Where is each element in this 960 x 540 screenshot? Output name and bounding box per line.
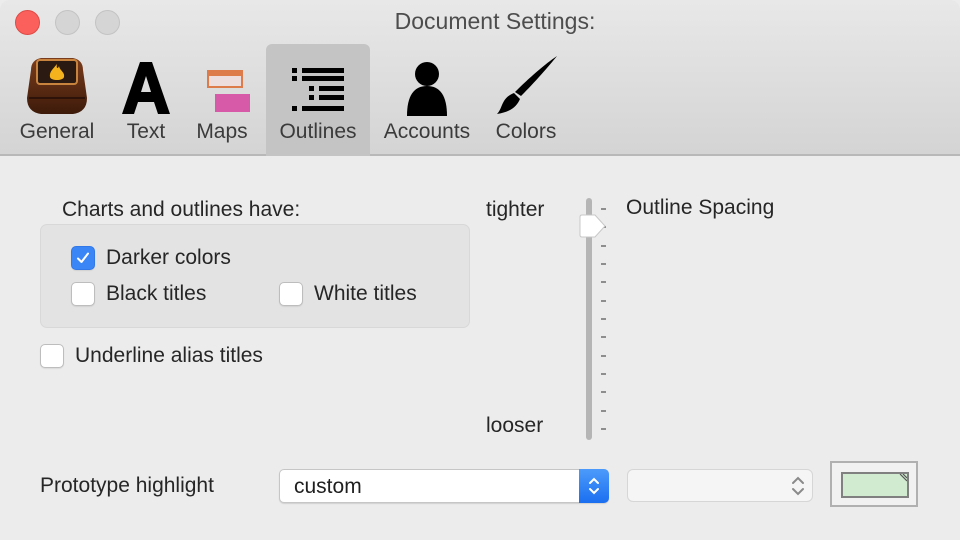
slider-tick [601,299,606,302]
darker-colors-option[interactable]: Darker colors [71,246,231,270]
tab-label: Colors [495,120,557,143]
slider-tick [601,281,606,284]
black-titles-option[interactable]: Black titles [71,282,206,306]
corner-hatch-icon [899,474,907,482]
darker-colors-checkbox[interactable] [71,246,95,270]
prototype-highlight-label: Prototype highlight [40,474,214,497]
person-icon [376,50,478,116]
outlines-pane: Charts and outlines have: Darker colors … [0,158,960,540]
outline-list-icon [266,50,370,116]
updown-chevron-icon [579,469,609,503]
group-title: Charts and outlines have: [62,198,301,221]
black-titles-label: Black titles [106,282,207,305]
white-titles-option[interactable]: White titles [279,282,417,306]
tab-text[interactable]: Text [112,44,180,156]
tab-colors[interactable]: Colors [484,44,568,156]
black-titles-checkbox[interactable] [71,282,95,306]
white-titles-label: White titles [314,282,417,305]
slider-tick [601,263,606,265]
document-settings-window: Document Settings: General Text Maps Out… [0,0,960,540]
slider-tick [601,391,606,394]
prototype-highlight-popup[interactable]: custom [279,469,609,503]
tab-maps[interactable]: Maps [186,44,258,156]
slider-tick [601,244,606,247]
darker-colors-label: Darker colors [106,246,231,269]
tab-outlines[interactable]: Outlines [266,44,370,156]
popup-value: custom [294,475,362,498]
app-box-icon [12,50,102,116]
window-title: Document Settings: [394,8,596,34]
slider-tick [601,318,606,320]
slider-max-label: looser [486,414,544,437]
tab-general[interactable]: General [12,44,102,156]
slider-tick [601,428,606,430]
map-rectangles-icon [186,50,258,116]
underline-alias-checkbox[interactable] [40,344,64,368]
underline-alias-option[interactable]: Underline alias titles [40,344,263,368]
highlight-color-well[interactable] [830,461,918,507]
tab-label: Text [126,120,166,143]
letter-a-icon [112,50,180,116]
slider-thumb[interactable] [579,214,607,238]
updown-chevron-icon [790,474,806,498]
paintbrush-icon [484,50,568,116]
slider-tick [601,208,606,210]
tab-label: Outlines [279,120,357,143]
slider-tick [601,336,606,339]
tab-label: Maps [196,120,248,143]
checkmark-icon [77,252,89,263]
slider-tick [601,409,606,412]
toolbar: Document Settings: General Text Maps Out… [0,0,960,156]
color-swatch [841,472,909,498]
slider-tick [601,354,606,357]
slider-min-label: tighter [486,198,545,221]
tab-label: General [19,120,95,143]
outline-spacing-title: Outline Spacing [626,196,775,219]
tab-accounts[interactable]: Accounts [376,44,478,156]
white-titles-checkbox[interactable] [279,282,303,306]
highlight-secondary-popup[interactable] [627,469,813,502]
tab-label: Accounts [383,120,471,143]
slider-tick [601,373,606,375]
title-options-group [40,224,470,328]
underline-alias-label: Underline alias titles [75,344,263,367]
